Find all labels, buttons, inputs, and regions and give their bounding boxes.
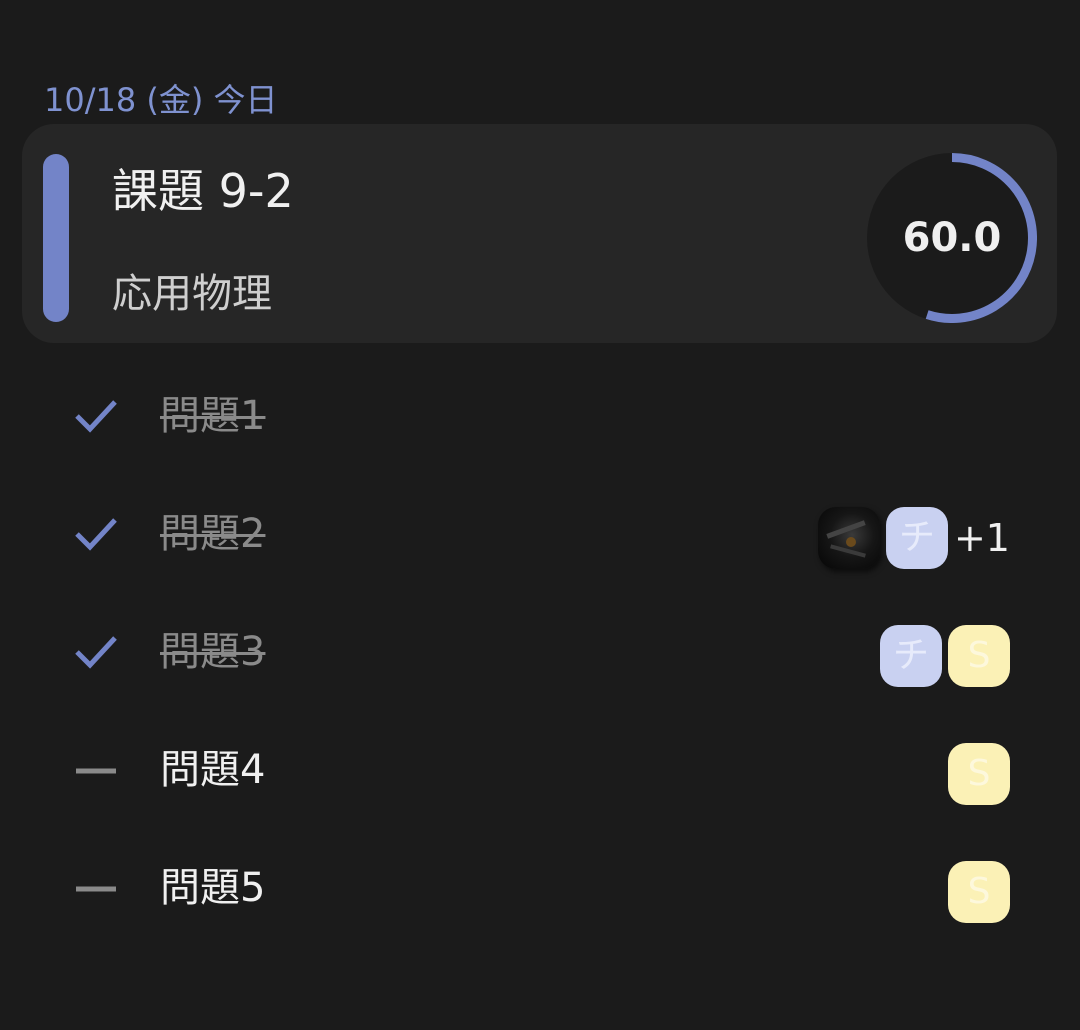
subtask-label: 問題5: [160, 865, 266, 911]
subtask-label: 問題1: [160, 393, 266, 439]
subtask-row[interactable]: 問題3 チ S: [0, 596, 1080, 714]
subtask-row[interactable]: 問題5 S: [0, 832, 1080, 950]
subtask-label: 問題2: [160, 511, 266, 557]
check-icon[interactable]: [74, 631, 118, 675]
check-icon[interactable]: [74, 513, 118, 557]
dash-icon[interactable]: [74, 867, 118, 911]
check-icon[interactable]: [74, 395, 118, 439]
assignee-avatars[interactable]: チS: [880, 624, 1010, 688]
subtask-label: 問題4: [160, 747, 266, 793]
subtask-label: 問題3: [160, 629, 266, 675]
assignee-avatars[interactable]: S: [948, 860, 1010, 924]
initial-avatar: チ: [885, 507, 948, 569]
initial-avatar: S: [948, 625, 1010, 687]
task-card[interactable]: 課題 9-2 応用物理 60.0: [22, 124, 1057, 343]
task-subject: 応用物理: [112, 271, 272, 317]
subtask-row[interactable]: 問題4 S: [0, 714, 1080, 832]
subtask-row[interactable]: 問題2 チ +1: [0, 478, 1080, 596]
dash-icon[interactable]: [74, 749, 118, 793]
initial-avatar: S: [948, 861, 1010, 923]
initial-avatar: チ: [880, 625, 942, 687]
more-assignees-count: +1: [953, 516, 1010, 560]
progress-value: 60.0: [902, 215, 1002, 261]
task-title: 課題 9-2: [112, 164, 294, 218]
photo-avatar: [817, 507, 880, 569]
assignee-avatars[interactable]: S: [948, 742, 1010, 806]
date-header: 10/18 (金) 今日: [44, 81, 278, 119]
subtask-row[interactable]: 問題1: [0, 360, 1080, 478]
task-color-bar: [43, 154, 69, 322]
progress-ring: 60.0: [867, 153, 1037, 323]
initial-avatar: S: [948, 743, 1010, 805]
assignee-avatars[interactable]: チ +1: [817, 506, 1010, 570]
